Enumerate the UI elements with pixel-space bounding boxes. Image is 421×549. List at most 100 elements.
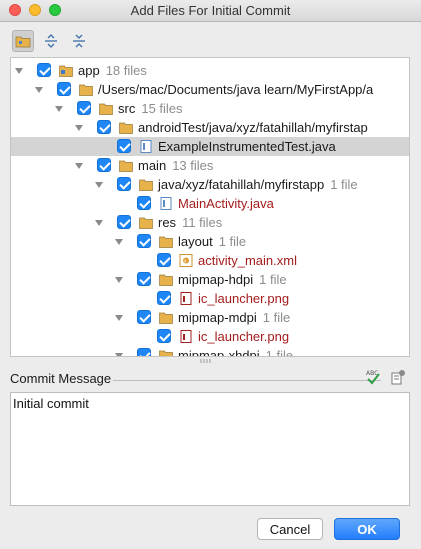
include-checkbox[interactable] (117, 215, 131, 229)
tree-row[interactable]: ic_launcher.png (11, 289, 409, 308)
tree-row[interactable]: java/xyz/fatahillah/myfirstapp 1 file (11, 175, 409, 194)
tree-item-label: ic_launcher.png (198, 329, 289, 344)
tree-item-name: /Users/mac/Documents/java learn/MyFirstA… (98, 82, 374, 97)
tree-item-count: 1 file (218, 234, 247, 249)
collapse-all-button[interactable] (68, 30, 90, 52)
tree-item-label: MainActivity.java (178, 196, 274, 211)
include-checkbox[interactable] (97, 120, 111, 134)
tree-row[interactable]: androidTest/java/xyz/fatahillah/myfirsta… (11, 118, 409, 137)
changed-files-tree[interactable]: app 18 files/Users/mac/Documents/java lea… (10, 57, 410, 357)
tree-row[interactable]: mipmap-mdpi 1 file (11, 308, 409, 327)
tree-item-label: mipmap-hdpi 1 file (178, 272, 287, 287)
tree-row[interactable]: /Users/mac/Documents/java learn/MyFirstA… (11, 80, 409, 99)
include-checkbox[interactable] (117, 139, 131, 153)
include-checkbox[interactable] (137, 272, 151, 286)
expand-arrow-icon[interactable] (115, 239, 123, 245)
message-history-icon[interactable] (390, 369, 406, 385)
expand-arrow-icon[interactable] (115, 353, 123, 356)
tree-item-name: java/xyz/fatahillah/myfirstapp (158, 177, 325, 192)
include-checkbox[interactable] (137, 348, 151, 356)
cancel-button[interactable]: Cancel (257, 518, 323, 540)
tree-row[interactable]: app 18 files (11, 61, 409, 80)
tree-row[interactable]: mipmap-xhdpi 1 file (11, 346, 409, 357)
tree-item-count: 1 file (262, 310, 291, 325)
include-checkbox[interactable] (157, 253, 171, 267)
java-file-icon (140, 140, 152, 153)
tree-row[interactable]: ic_launcher.png (11, 327, 409, 346)
folder-icon (119, 122, 133, 134)
tree-item-count: 1 file (265, 348, 294, 357)
tree-item-count: 13 files (172, 158, 214, 173)
tree-item-name: ic_launcher.png (198, 291, 290, 306)
include-checkbox[interactable] (137, 234, 151, 248)
commit-message-divider (113, 380, 381, 381)
commit-message-input[interactable]: Initial commit (10, 392, 410, 506)
spellcheck-icon[interactable]: ABC (365, 369, 381, 385)
tree-item-label: ic_launcher.png (198, 291, 289, 306)
folder-icon (99, 103, 113, 115)
tree-item-label: androidTest/java/xyz/fatahillah/myfirsta… (138, 120, 368, 135)
folder-icon (139, 217, 153, 229)
expand-arrow-icon[interactable] (115, 315, 123, 321)
tree-item-label: layout 1 file (178, 234, 246, 249)
tree-item-count: 15 files (141, 101, 183, 116)
expand-arrow-icon[interactable] (15, 68, 23, 74)
include-checkbox[interactable] (157, 291, 171, 305)
add-files-dialog: Add Files For Initial Commit app 18 files… (0, 0, 421, 549)
title-bar: Add Files For Initial Commit (0, 0, 421, 22)
group-by-directory-button[interactable] (12, 30, 34, 52)
include-checkbox[interactable] (37, 63, 51, 77)
tree-item-label: app 18 files (78, 63, 147, 78)
expand-arrow-icon[interactable] (35, 87, 43, 93)
tree-row[interactable]: x activity_main.xml (11, 251, 409, 270)
tree-row[interactable]: src 15 files (11, 99, 409, 118)
expand-all-icon (45, 34, 57, 48)
include-checkbox[interactable] (57, 82, 71, 96)
tree-item-label: activity_main.xml (198, 253, 297, 268)
tree-row[interactable]: mipmap-hdpi 1 file (11, 270, 409, 289)
tree-item-name: layout (178, 234, 213, 249)
tree-toolbar (12, 30, 90, 52)
tree-item-name: MainActivity.java (178, 196, 274, 211)
tree-row[interactable]: layout 1 file (11, 232, 409, 251)
tree-item-name: app (78, 63, 100, 78)
expand-all-button[interactable] (40, 30, 62, 52)
folder-icon (159, 312, 173, 324)
tree-item-name: mipmap-hdpi (178, 272, 254, 287)
folder-icon (119, 160, 133, 172)
include-checkbox[interactable] (137, 196, 151, 210)
expand-arrow-icon[interactable] (55, 106, 63, 112)
group-by-directory-icon (15, 36, 31, 48)
image-file-icon (180, 330, 192, 343)
tree-item-name: activity_main.xml (198, 253, 297, 268)
expand-arrow-icon[interactable] (95, 182, 103, 188)
include-checkbox[interactable] (137, 310, 151, 324)
include-checkbox[interactable] (117, 177, 131, 191)
xml-file-icon: x (179, 254, 193, 267)
splitter-grip-icon[interactable] (199, 358, 213, 364)
tree-item-label: res 11 files (158, 215, 222, 230)
folder-icon (79, 84, 93, 96)
tree-item-label: src 15 files (118, 101, 183, 116)
folder-icon (159, 236, 173, 248)
tree-row[interactable]: ExampleInstrumentedTest.java (11, 137, 409, 156)
folder-icon (139, 179, 153, 191)
tree-item-name: ExampleInstrumentedTest.java (158, 139, 336, 154)
tree-item-count: 18 files (105, 63, 147, 78)
tree-item-label: main 13 files (138, 158, 213, 173)
tree-item-name: mipmap-mdpi (178, 310, 257, 325)
include-checkbox[interactable] (97, 158, 111, 172)
include-checkbox[interactable] (77, 101, 91, 115)
expand-arrow-icon[interactable] (75, 163, 83, 169)
module-folder-icon (59, 65, 73, 77)
tree-row[interactable]: res 11 files (11, 213, 409, 232)
tree-item-name: ic_launcher.png (198, 329, 290, 344)
expand-arrow-icon[interactable] (95, 220, 103, 226)
ok-button[interactable]: OK (334, 518, 400, 540)
tree-row[interactable]: main 13 files (11, 156, 409, 175)
expand-arrow-icon[interactable] (75, 125, 83, 131)
include-checkbox[interactable] (157, 329, 171, 343)
tree-item-name: res (158, 215, 177, 230)
tree-row[interactable]: MainActivity.java (11, 194, 409, 213)
expand-arrow-icon[interactable] (115, 277, 123, 283)
